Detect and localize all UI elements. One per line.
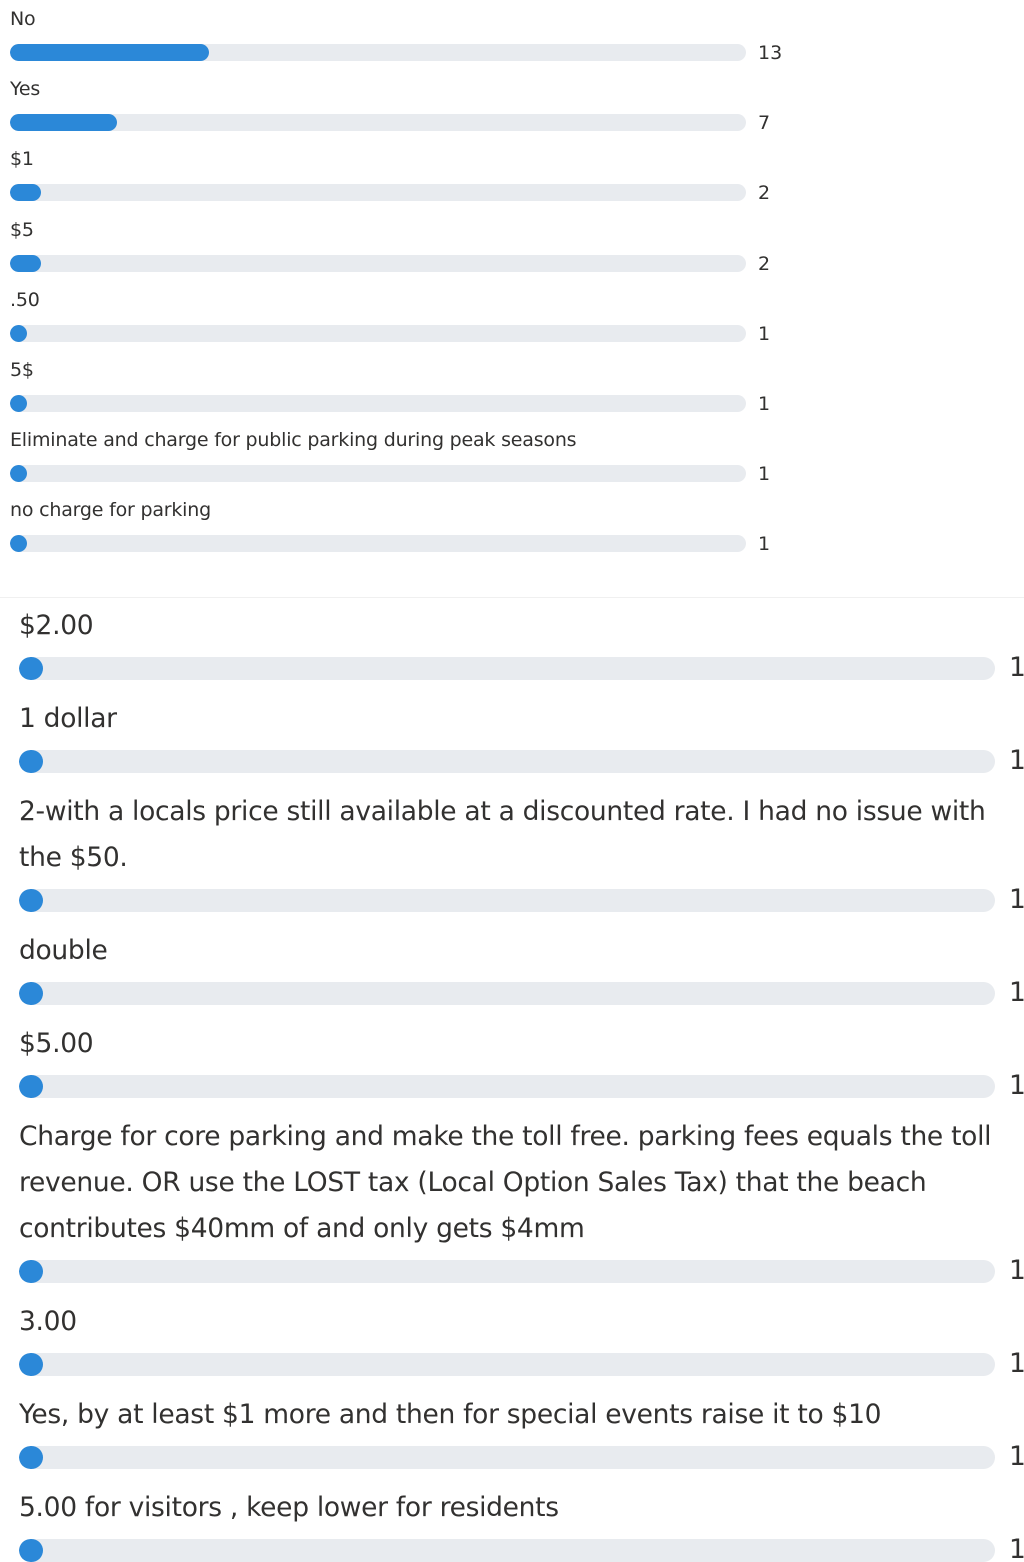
result-label: 5$	[10, 358, 34, 381]
result-count: 1	[758, 322, 771, 345]
result-row: No 13	[10, 0, 910, 70]
result-count: 1	[758, 463, 771, 486]
result-label: 5.00 for visitors , keep lower for resid…	[19, 1492, 559, 1523]
result-label: .50	[10, 288, 40, 311]
result-label: Charge for core parking and make the tol…	[19, 1121, 992, 1244]
result-label: 2-with a locals price still available at…	[19, 796, 986, 873]
result-row: 5.00 for visitors , keep lower for resid…	[19, 1485, 1024, 1562]
result-row: no charge for parking 1	[10, 491, 910, 561]
result-label: No	[10, 8, 36, 30]
poll-results-bottom-panel: $2.00 1 1 dollar 1 2-with a locals price…	[19, 603, 1024, 1562]
result-label: Eliminate and charge for public parking …	[10, 429, 577, 452]
result-bar-track	[10, 394, 746, 412]
result-bar-fill	[19, 657, 44, 680]
result-bar-fill	[19, 1539, 44, 1562]
result-row: $5 2	[10, 211, 910, 281]
result-row: Charge for core parking and make the tol…	[19, 1114, 1024, 1299]
result-count: 1	[1009, 1348, 1024, 1379]
result-bar-fill	[19, 1260, 44, 1283]
result-bar-fill	[10, 465, 27, 483]
result-bar-track	[10, 184, 746, 202]
result-bar-track	[10, 465, 746, 483]
result-count: 1	[1009, 745, 1024, 776]
result-row: Eliminate and charge for public parking …	[10, 421, 910, 491]
result-bar-track	[10, 44, 746, 61]
result-bar-fill	[19, 1075, 44, 1098]
result-count: 1	[1009, 1441, 1024, 1472]
result-count: 1	[1009, 1070, 1024, 1101]
result-count: 1	[1009, 1534, 1024, 1562]
poll-results-top-panel: No 13 Yes 7 $1 2 $5 2 .50 1 5$ 1 Elimina…	[10, 0, 910, 562]
result-count: 1	[1009, 1255, 1024, 1286]
result-bar-track	[10, 324, 746, 342]
result-row: 1 dollar 1	[19, 696, 1024, 789]
result-row: Yes 7	[10, 70, 910, 140]
result-bar-track	[19, 889, 995, 912]
result-row: 2-with a locals price still available at…	[19, 789, 1024, 928]
result-bar-fill	[19, 982, 44, 1005]
result-row: $5.00 1	[19, 1021, 1024, 1114]
result-bar-track	[19, 1075, 995, 1098]
result-bar-track	[19, 1446, 995, 1469]
result-bar-fill	[19, 1446, 44, 1469]
result-row: Yes, by at least $1 more and then for sp…	[19, 1392, 1024, 1485]
result-bar-fill	[10, 114, 118, 132]
result-bar-fill	[10, 254, 41, 272]
result-bar-track	[19, 1539, 995, 1562]
result-bar-track	[19, 1260, 995, 1283]
result-bar-track	[10, 535, 746, 553]
result-label: $2.00	[19, 610, 94, 641]
result-label: $1	[10, 148, 34, 171]
result-bar-track	[19, 982, 995, 1005]
result-row: double 1	[19, 928, 1024, 1021]
result-label: 1 dollar	[19, 703, 117, 734]
result-bar-track	[19, 750, 995, 773]
result-bar-fill	[19, 750, 44, 773]
poll-results-page: No 13 Yes 7 $1 2 $5 2 .50 1 5$ 1 Elimina…	[0, 0, 1024, 1562]
result-count: 2	[758, 252, 771, 275]
result-row: .50 1	[10, 281, 910, 351]
result-count: 1	[1009, 977, 1024, 1008]
result-count: 1	[758, 533, 771, 556]
result-label: 3.00	[19, 1306, 77, 1337]
result-label: $5.00	[19, 1028, 94, 1059]
result-bar-fill	[19, 1353, 44, 1376]
result-bar-track	[10, 114, 746, 132]
result-label: Yes, by at least $1 more and then for sp…	[19, 1399, 882, 1430]
result-label: double	[19, 935, 108, 966]
result-bar-track	[19, 657, 995, 680]
result-count: 1	[1009, 652, 1024, 683]
result-label: no charge for parking	[10, 499, 211, 522]
result-bar-fill	[10, 184, 41, 202]
result-row: $2.00 1	[19, 603, 1024, 696]
result-bar-fill	[10, 394, 27, 412]
result-bar-track	[19, 1353, 995, 1376]
section-divider	[0, 597, 1024, 598]
result-bar-fill	[10, 44, 210, 61]
result-count: 1	[1009, 884, 1024, 915]
result-count: 7	[758, 112, 771, 135]
result-bar-fill	[19, 889, 44, 912]
result-bar-fill	[10, 535, 27, 553]
result-count: 1	[758, 392, 771, 415]
result-bar-track	[10, 254, 746, 272]
result-label: Yes	[10, 78, 41, 101]
result-row: $1 2	[10, 140, 910, 210]
result-label: $5	[10, 218, 34, 241]
result-row: 3.00 1	[19, 1299, 1024, 1392]
result-row: 5$ 1	[10, 351, 910, 421]
result-count: 2	[758, 182, 771, 205]
result-bar-fill	[10, 324, 27, 342]
result-count: 13	[758, 42, 783, 64]
